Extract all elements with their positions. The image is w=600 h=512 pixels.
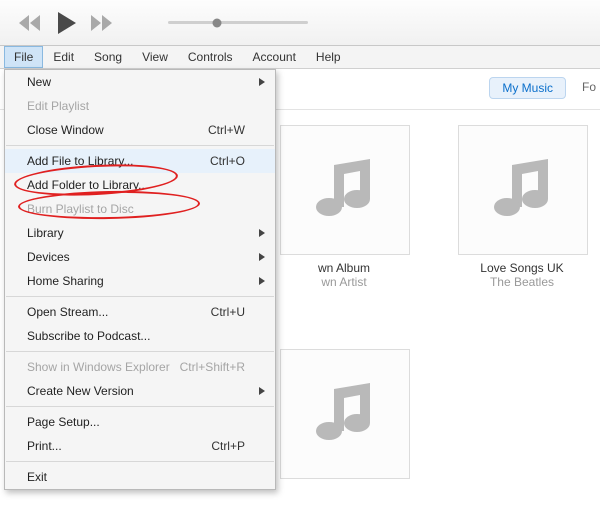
menu-separator <box>6 145 274 146</box>
menu-item-close-window[interactable]: Close Window Ctrl+W <box>5 118 275 142</box>
menu-separator <box>6 406 274 407</box>
menu-item-print[interactable]: Print... Ctrl+P <box>5 434 275 458</box>
chevron-right-icon <box>259 277 265 285</box>
menu-view[interactable]: View <box>132 46 178 68</box>
album-name: wn Album <box>280 261 408 275</box>
menu-item-label: Open Stream... <box>27 305 108 319</box>
album-art-placeholder <box>280 125 410 255</box>
menu-item-shortcut: Ctrl+P <box>211 439 245 453</box>
album-tile[interactable]: Love Songs UK The Beatles <box>458 125 586 289</box>
album-tile[interactable]: wn Album wn Artist <box>280 125 408 289</box>
menu-item-label: Close Window <box>27 123 104 137</box>
menu-item-shortcut: Ctrl+Shift+R <box>180 360 245 374</box>
menu-item-label: Subscribe to Podcast... <box>27 329 150 343</box>
menu-file[interactable]: File <box>4 46 43 68</box>
tab-partial[interactable]: Fo <box>582 80 596 94</box>
menu-item-burn-playlist-to-disc: Burn Playlist to Disc <box>5 197 275 221</box>
menu-item-home-sharing[interactable]: Home Sharing <box>5 269 275 293</box>
menu-controls[interactable]: Controls <box>178 46 243 68</box>
music-note-icon <box>310 155 380 225</box>
menu-item-label: Burn Playlist to Disc <box>27 202 134 216</box>
album-artist: wn Artist <box>280 275 408 289</box>
menu-edit[interactable]: Edit <box>43 46 84 68</box>
menu-item-label: Add Folder to Library... <box>27 178 148 192</box>
player-toolbar <box>0 0 600 46</box>
play-button[interactable] <box>56 12 76 34</box>
menu-item-edit-playlist: Edit Playlist <box>5 94 275 118</box>
menu-bar: File Edit Song View Controls Account Hel… <box>0 46 600 69</box>
prev-track-button[interactable] <box>18 15 42 31</box>
music-note-icon <box>310 379 380 449</box>
album-art-placeholder <box>280 349 410 479</box>
menu-item-library[interactable]: Library <box>5 221 275 245</box>
menu-separator <box>6 351 274 352</box>
menu-item-label: Exit <box>27 470 47 484</box>
album-art-placeholder <box>458 125 588 255</box>
menu-item-label: Show in Windows Explorer <box>27 360 170 374</box>
menu-separator <box>6 296 274 297</box>
music-note-icon <box>488 155 558 225</box>
menu-item-open-stream[interactable]: Open Stream... Ctrl+U <box>5 300 275 324</box>
album-name: Love Songs UK <box>458 261 586 275</box>
menu-item-label: Print... <box>27 439 62 453</box>
menu-item-label: Create New Version <box>27 384 134 398</box>
tab-my-music[interactable]: My Music <box>489 77 566 99</box>
album-grid: wn Album wn Artist Love Songs UK The Bea… <box>280 125 600 289</box>
menu-item-label: Edit Playlist <box>27 99 89 113</box>
file-dropdown-menu: New Edit Playlist Close Window Ctrl+W Add Fi… <box>4 69 276 490</box>
chevron-right-icon <box>259 229 265 237</box>
chevron-right-icon <box>259 387 265 395</box>
menu-item-shortcut: Ctrl+O <box>210 154 245 168</box>
menu-item-create-new-version[interactable]: Create New Version <box>5 379 275 403</box>
menu-item-add-folder-to-library[interactable]: Add Folder to Library... <box>5 173 275 197</box>
menu-item-label: Library <box>27 226 64 240</box>
menu-item-show-in-windows-explorer: Show in Windows Explorer Ctrl+Shift+R <box>5 355 275 379</box>
volume-thumb[interactable] <box>213 18 222 27</box>
menu-account[interactable]: Account <box>243 46 306 68</box>
menu-item-devices[interactable]: Devices <box>5 245 275 269</box>
menu-item-label: Home Sharing <box>27 274 104 288</box>
menu-item-label: New <box>27 75 51 89</box>
chevron-right-icon <box>259 78 265 86</box>
album-tile[interactable] <box>280 349 408 479</box>
menu-song[interactable]: Song <box>84 46 132 68</box>
chevron-right-icon <box>259 253 265 261</box>
album-artist: The Beatles <box>458 275 586 289</box>
menu-help[interactable]: Help <box>306 46 351 68</box>
menu-item-new[interactable]: New <box>5 70 275 94</box>
menu-item-label: Add File to Library... <box>27 154 134 168</box>
menu-item-add-file-to-library[interactable]: Add File to Library... Ctrl+O <box>5 149 275 173</box>
menu-item-exit[interactable]: Exit <box>5 465 275 489</box>
next-track-button[interactable] <box>90 15 114 31</box>
menu-separator <box>6 461 274 462</box>
volume-slider[interactable] <box>168 21 308 24</box>
menu-item-shortcut: Ctrl+W <box>208 123 245 137</box>
menu-item-label: Devices <box>27 250 70 264</box>
menu-item-subscribe-to-podcast[interactable]: Subscribe to Podcast... <box>5 324 275 348</box>
menu-item-label: Page Setup... <box>27 415 100 429</box>
menu-item-page-setup[interactable]: Page Setup... <box>5 410 275 434</box>
menu-item-shortcut: Ctrl+U <box>211 305 245 319</box>
content-area: My Music Fo wn Album wn Artist Love Song… <box>0 69 600 512</box>
album-grid-row2 <box>280 349 408 485</box>
